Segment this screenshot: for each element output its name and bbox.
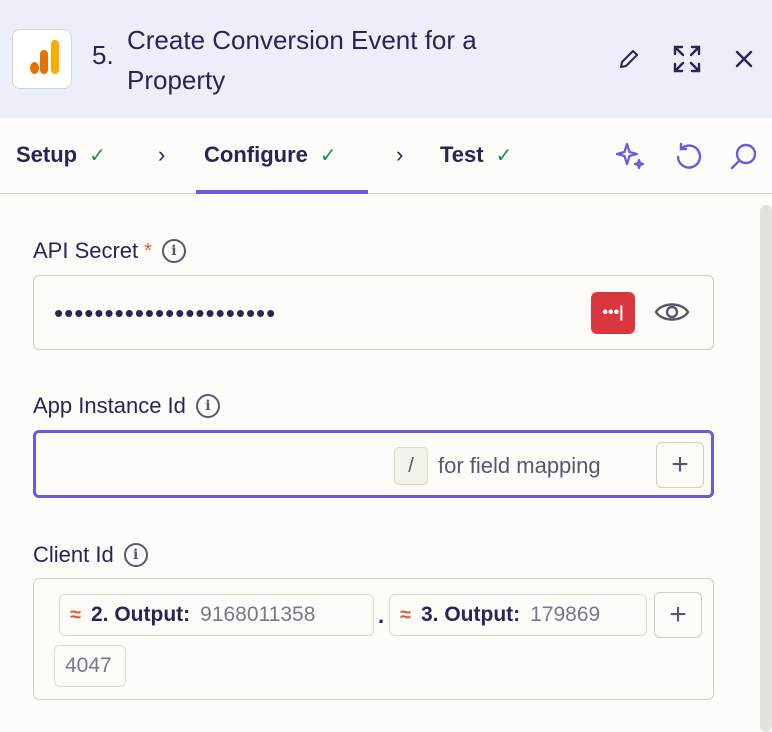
tab-setup-label: Setup (16, 142, 78, 167)
app-instance-id-field[interactable]: / for field mapping + (33, 430, 714, 498)
scrollbar[interactable] (760, 205, 772, 732)
zapier-step-icon: ≈ (400, 603, 411, 626)
close-icon[interactable] (730, 45, 758, 73)
api-secret-label: API Secret * i (33, 238, 186, 264)
app-instance-id-label: App Instance Id i (33, 393, 220, 419)
slash-key-hint: / (394, 447, 428, 485)
field-mapping-hint: for field mapping (438, 453, 601, 478)
password-manager-icon[interactable]: •••| (591, 292, 635, 334)
mapped-field-pill[interactable]: ≈ 3. Output: 179869 (389, 594, 647, 636)
check-icon: ✓ (319, 144, 337, 167)
api-secret-masked-value: •••••••••••••••••••••• (54, 298, 277, 328)
client-id-field[interactable]: ≈ 2. Output: 9168011358 . ≈ 3. Output: 1… (33, 578, 714, 700)
tab-test[interactable]: Test ✓ (440, 142, 512, 168)
ai-sparkle-icon[interactable] (612, 138, 648, 174)
pencil-icon[interactable] (614, 44, 644, 74)
pill-label: 2. Output: (90, 603, 191, 626)
info-icon[interactable]: i (123, 543, 148, 567)
step-tabs: Setup ✓ › Configure ✓ › Test ✓ (0, 118, 772, 194)
tab-configure[interactable]: Configure ✓ (204, 142, 337, 168)
chevron-right-icon: › (396, 142, 404, 167)
pill-value: 4047 (65, 654, 112, 677)
mapped-field-pill[interactable]: ≈ 2. Output: 9168011358 (59, 594, 374, 636)
pill-label: 3. Output: (420, 603, 521, 626)
mapped-field-pill-continuation[interactable]: 4047 (54, 645, 126, 687)
expand-icon[interactable] (670, 42, 704, 76)
eye-icon[interactable] (654, 298, 690, 331)
add-field-button[interactable]: + (656, 442, 704, 488)
app-instance-id-label-text: App Instance Id (33, 393, 186, 418)
check-icon: ✓ (495, 144, 513, 167)
add-field-button[interactable]: + (654, 592, 702, 638)
tab-configure-label: Configure (204, 142, 308, 167)
active-tab-indicator (196, 190, 368, 194)
pill-value: 9168011358 (200, 603, 316, 626)
step-title: Create Conversion Event for a Property (127, 25, 477, 95)
client-id-label-text: Client Id (33, 542, 114, 567)
pill-value: 179869 (530, 603, 601, 626)
zapier-step-icon: ≈ (70, 603, 81, 626)
step-number: 5. (92, 40, 114, 70)
refresh-icon[interactable] (670, 138, 706, 174)
google-analytics-app-icon (12, 29, 72, 89)
required-marker: * (144, 239, 152, 262)
search-icon[interactable] (726, 138, 762, 174)
check-icon: ✓ (89, 144, 106, 167)
chevron-right-icon: › (158, 142, 166, 167)
info-icon[interactable]: i (195, 394, 220, 418)
api-secret-label-text: API Secret (33, 238, 139, 263)
tab-test-label: Test (440, 142, 484, 167)
info-icon[interactable]: i (161, 239, 186, 263)
step-header: 5. Create Conversion Event for a Propert… (0, 0, 772, 118)
separator-text: . (378, 603, 385, 628)
tab-setup[interactable]: Setup ✓ (16, 142, 106, 168)
client-id-label: Client Id i (33, 542, 148, 568)
api-secret-field[interactable]: •••••••••••••••••••••• •••| (33, 275, 714, 350)
